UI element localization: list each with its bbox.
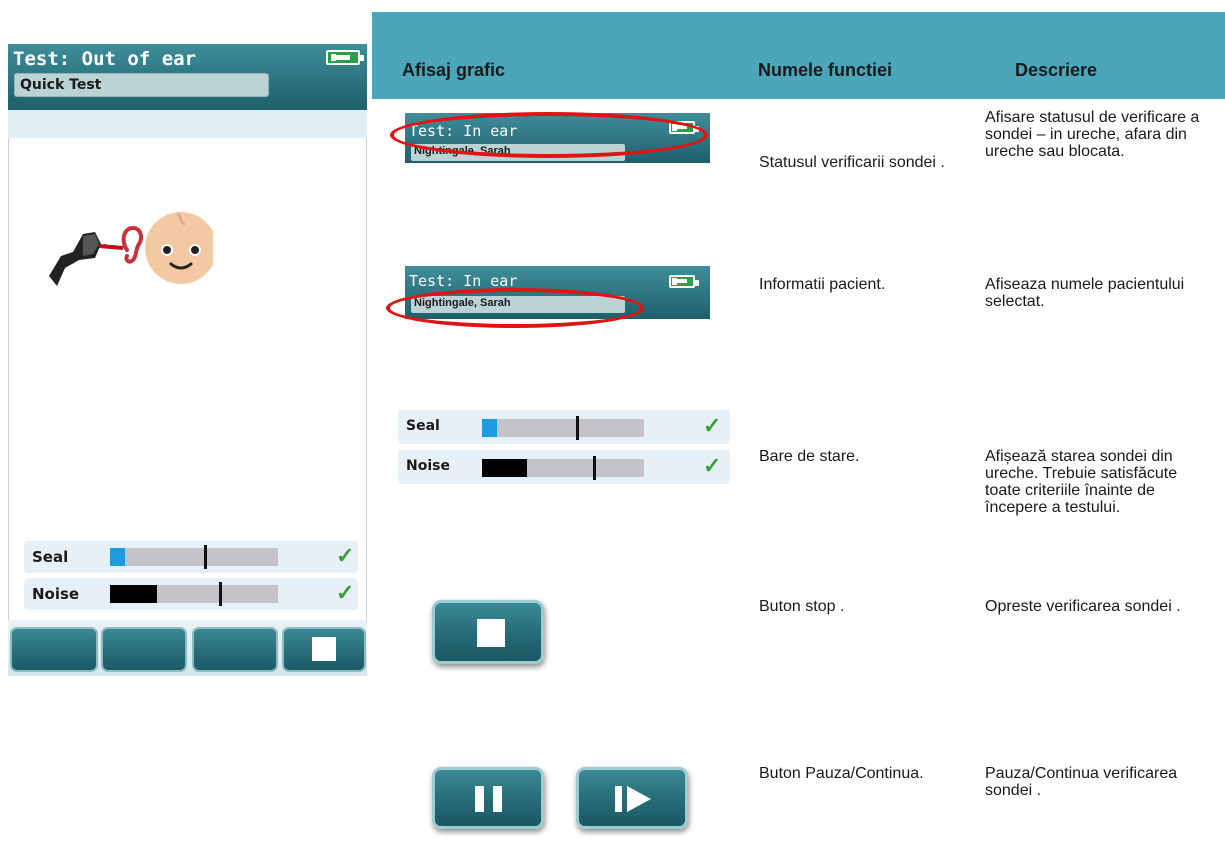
row1-function: Statusul verificarii sondei .	[759, 154, 945, 171]
device-screen: Test: Out of ear Quick Test Seal ✓ Noise…	[8, 44, 367, 676]
stop-icon	[312, 637, 336, 661]
noise-track	[482, 456, 644, 480]
test-status-title: Test: Out of ear	[13, 48, 197, 70]
battery-icon	[326, 50, 364, 65]
seal-fill	[110, 548, 126, 566]
seal-threshold-marker	[204, 545, 207, 569]
pause-icon	[475, 786, 484, 812]
device-footer	[8, 620, 367, 676]
noise-status-bar: Noise ✓	[398, 450, 730, 484]
highlight-ellipse	[386, 288, 644, 328]
row4-function: Buton stop .	[759, 598, 845, 615]
seal-status-bar: Seal ✓	[398, 410, 730, 444]
row5-description: Pauza/Continua verificarea sondei .	[985, 765, 1178, 799]
row1-description: Afisare statusul de verificare a sondei …	[985, 109, 1200, 160]
continue-icon	[615, 786, 622, 812]
softkey-2[interactable]	[101, 627, 187, 672]
stop-button[interactable]	[432, 600, 544, 664]
noise-label: Noise	[32, 585, 80, 603]
header-function: Numele functiei	[758, 60, 893, 80]
stop-button[interactable]	[282, 627, 366, 672]
seal-threshold-marker	[576, 416, 579, 440]
row2-description: Afiseaza numele pacientului selectat.	[985, 276, 1185, 310]
row2-function: Informatii pacient.	[759, 276, 886, 293]
battery-icon	[669, 275, 699, 288]
noise-fill	[110, 585, 158, 603]
header-graphic: Afisaj grafic	[402, 60, 506, 80]
check-icon: ✓	[703, 413, 722, 438]
table-header: Afisaj grafic Numele functiei Descriere	[372, 12, 1225, 99]
noise-status-bar: Noise ✓	[24, 578, 358, 610]
check-icon: ✓	[703, 453, 722, 478]
softkey-3[interactable]	[192, 627, 278, 672]
noise-label: Noise	[406, 458, 450, 474]
noise-fill	[482, 459, 528, 477]
softkey-1[interactable]	[10, 627, 98, 672]
noise-threshold-marker	[593, 456, 596, 480]
probe-illustration	[49, 212, 213, 286]
noise-track	[110, 582, 278, 606]
highlight-ellipse	[390, 112, 708, 158]
noise-threshold-marker	[219, 582, 222, 606]
seal-status-bar: Seal ✓	[24, 541, 358, 573]
patient-field[interactable]: Quick Test	[14, 73, 269, 97]
probe-icon	[49, 232, 124, 286]
header-description: Descriere	[1015, 60, 1098, 80]
row3-function: Bare de stare.	[759, 448, 860, 465]
check-icon: ✓	[336, 543, 355, 568]
info-band	[8, 110, 367, 138]
row3-description: Afișează starea sondei din ureche. Trebu…	[985, 448, 1178, 516]
baby-face-icon	[145, 212, 213, 284]
pause-button[interactable]	[432, 767, 544, 829]
seal-label: Seal	[32, 548, 69, 566]
device-header: Test: Out of ear Quick Test	[8, 44, 367, 110]
continue-button[interactable]	[576, 767, 688, 829]
row4-description: Opreste verificarea sondei .	[985, 598, 1181, 615]
seal-fill	[482, 419, 497, 437]
check-icon: ✓	[336, 580, 355, 605]
ear-icon	[121, 225, 143, 264]
seal-label: Seal	[406, 418, 440, 434]
stop-icon	[477, 619, 505, 647]
seal-track	[110, 545, 278, 569]
row5-function: Buton Pauza/Continua.	[759, 765, 924, 782]
seal-track	[482, 416, 644, 440]
